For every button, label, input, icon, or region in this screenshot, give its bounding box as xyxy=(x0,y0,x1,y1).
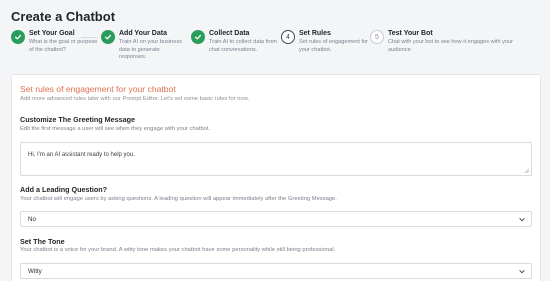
stepper: Set Your Goal What is the goal or purpos… xyxy=(11,29,541,71)
leading-question-label: Add a Leading Question? xyxy=(20,185,108,194)
greeting-label: Customize The Greeting Message xyxy=(20,115,136,124)
chevron-down-icon xyxy=(519,217,525,222)
step-desc: What is the goal or purpose of the chatb… xyxy=(29,39,98,53)
tone-label: Set The Tone xyxy=(20,237,65,246)
page-title: Create a Chatbot xyxy=(11,9,116,24)
step-title: Test Your Bot xyxy=(388,30,433,37)
tone-select[interactable]: Witty xyxy=(20,263,532,279)
section-subtitle: Add more advanced rules later with our P… xyxy=(20,96,250,102)
step-desc: Chat with your bot to see how it engages… xyxy=(388,39,513,53)
section-title: Set rules of engagement for your chatbot xyxy=(20,84,176,94)
tone-value: Witty xyxy=(28,268,42,275)
tone-help: Your chatbot is a voice for your brand. … xyxy=(20,247,336,253)
step-number-badge: 5 xyxy=(370,30,384,44)
greeting-textarea[interactable]: Hi, I'm an AI assistant ready to help yo… xyxy=(20,142,532,176)
leading-question-value: No xyxy=(28,216,36,223)
step-title: Set Your Goal xyxy=(29,30,75,37)
resize-grip-icon[interactable] xyxy=(524,168,529,173)
step-title: Collect Data xyxy=(209,30,250,37)
step-title: Set Rules xyxy=(299,30,331,37)
rules-card: Set rules of engagement for your chatbot… xyxy=(11,74,541,281)
greeting-help: Edit the first message a user will see w… xyxy=(20,126,211,132)
step-number-badge: 4 xyxy=(281,30,295,44)
step-title: Add Your Data xyxy=(119,30,167,37)
step-desc: Set rules of engagement for your chatbot… xyxy=(299,39,369,53)
greeting-text: Hi, I'm an AI assistant ready to help yo… xyxy=(28,152,135,158)
step-desc: Train AI on your business data to genera… xyxy=(119,39,182,61)
leading-question-help: Your chatbot will engage users by asking… xyxy=(20,196,337,202)
check-icon xyxy=(191,30,205,44)
chevron-down-icon xyxy=(519,269,525,274)
step-desc: Train AI to collect data from chat conve… xyxy=(209,39,277,53)
check-icon xyxy=(101,30,115,44)
check-icon xyxy=(11,30,25,44)
leading-question-select[interactable]: No xyxy=(20,211,532,227)
